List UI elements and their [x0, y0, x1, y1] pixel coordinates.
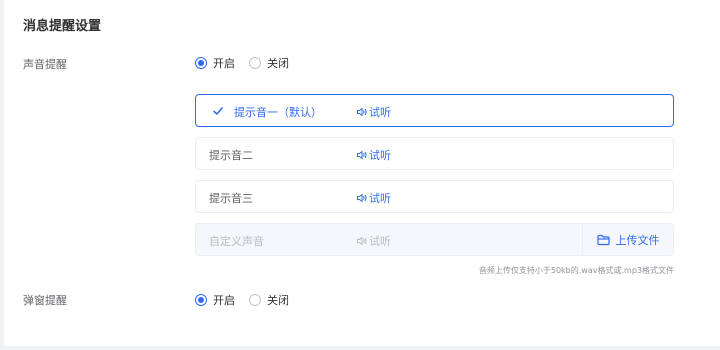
check-icon [213, 107, 223, 115]
radio-dot [249, 57, 261, 69]
speaker-icon [357, 193, 367, 203]
upload-file-button[interactable]: 上传文件 [582, 224, 673, 255]
listen-label: 试听 [369, 192, 391, 205]
popup-on-radio[interactable]: 开启 [195, 292, 235, 308]
radio-dot [249, 294, 261, 306]
popup-reminder-label: 弹窗提醒 [23, 294, 67, 307]
listen-button: 试听 [356, 233, 391, 249]
upload-hint: 音频上传仅支持小于50kb的.wav格式或.mp3格式文件 [478, 266, 674, 275]
speaker-icon [357, 150, 367, 160]
radio-label: 开启 [213, 57, 235, 70]
radio-dot [195, 294, 207, 306]
radio-dot [195, 57, 207, 69]
speaker-icon [357, 236, 367, 246]
page-title: 消息提醒设置 [23, 19, 102, 34]
sound-off-radio[interactable]: 关闭 [249, 55, 289, 71]
sound-option-3[interactable]: 提示音三 试听 [195, 180, 674, 213]
sound-name: 提示音一（默认） [234, 106, 322, 119]
listen-label: 试听 [369, 149, 391, 162]
sound-name: 自定义声音 [209, 235, 264, 248]
sound-reminder-radio-group: 开启 关闭 [195, 55, 303, 71]
popup-off-radio[interactable]: 关闭 [249, 292, 289, 308]
popup-reminder-radio-group: 开启 关闭 [195, 292, 303, 308]
listen-label: 试听 [369, 106, 391, 119]
radio-label: 开启 [213, 294, 235, 307]
sound-on-radio[interactable]: 开启 [195, 55, 235, 71]
sound-name: 提示音二 [209, 149, 253, 162]
listen-button[interactable]: 试听 [356, 147, 391, 163]
sound-option-1[interactable]: 提示音一（默认） 试听 [195, 94, 674, 127]
listen-button[interactable]: 试听 [356, 104, 391, 120]
listen-button[interactable]: 试听 [356, 190, 391, 206]
upload-label: 上传文件 [615, 233, 660, 247]
folder-icon [596, 234, 610, 245]
sound-reminder-label: 声音提醒 [23, 58, 67, 71]
sound-option-2[interactable]: 提示音二 试听 [195, 137, 674, 170]
radio-label: 关闭 [267, 57, 289, 70]
speaker-icon [357, 107, 367, 117]
sound-name: 提示音三 [209, 192, 253, 205]
sound-option-custom: 自定义声音 试听 上传文件 [195, 223, 674, 256]
settings-panel: 消息提醒设置 声音提醒 开启 关闭 提示音一（默认） 试听 提示音二 试听 提示… [4, 0, 720, 346]
radio-label: 关闭 [267, 294, 289, 307]
listen-label: 试听 [369, 235, 391, 248]
